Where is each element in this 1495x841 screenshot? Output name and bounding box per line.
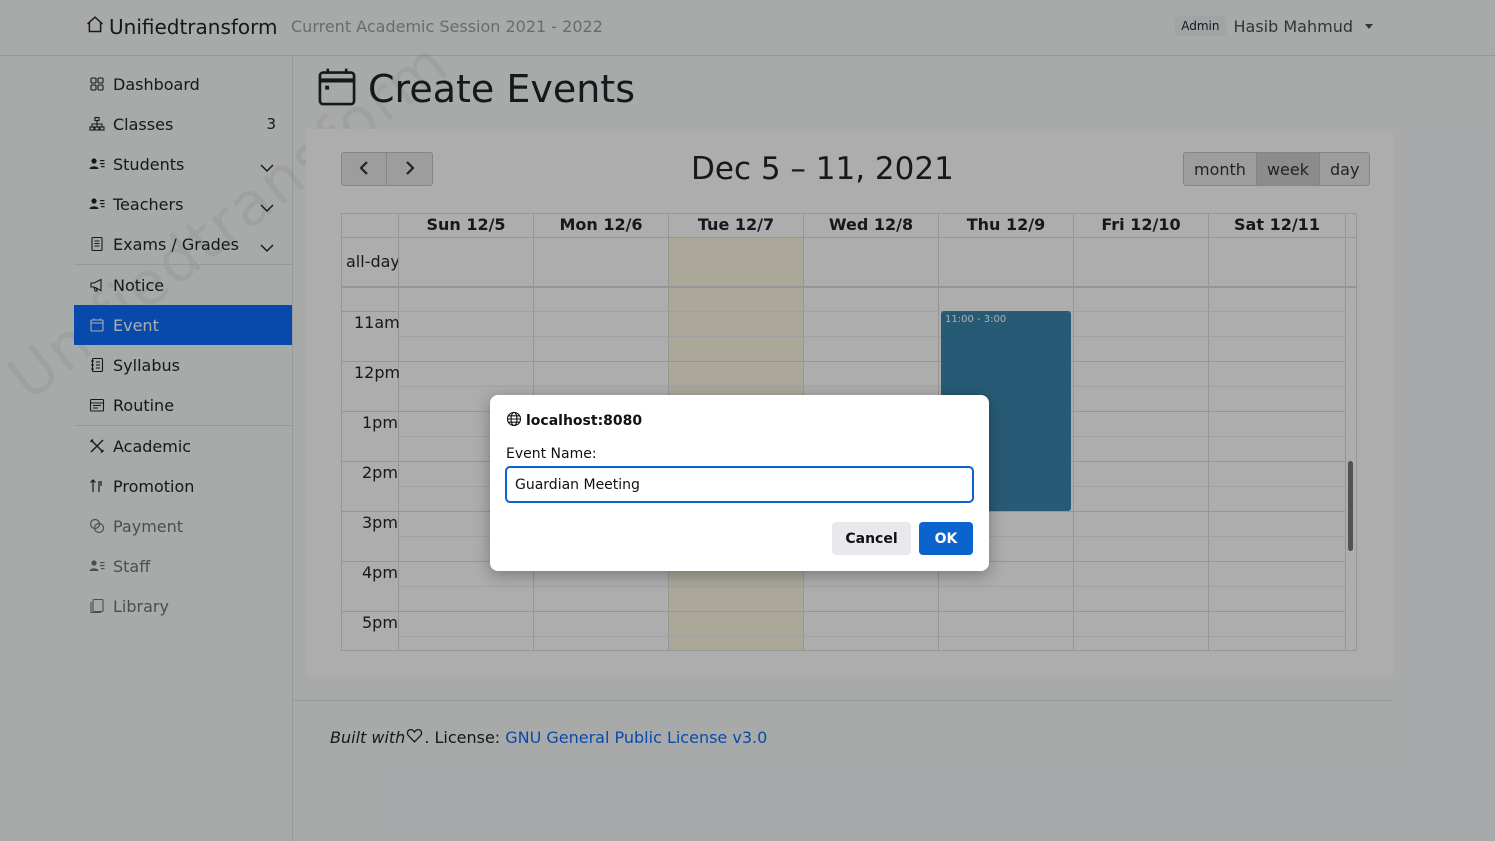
dialog-origin-text: localhost:8080 bbox=[526, 413, 643, 429]
ok-button[interactable]: OK bbox=[919, 522, 973, 555]
event-name-input[interactable] bbox=[505, 466, 974, 503]
event-name-label: Event Name: bbox=[506, 446, 597, 462]
prompt-dialog: localhost:8080 Event Name: Cancel OK bbox=[490, 395, 989, 571]
cancel-button[interactable]: Cancel bbox=[832, 522, 911, 555]
globe-icon bbox=[506, 411, 522, 431]
dialog-origin: localhost:8080 bbox=[506, 411, 642, 431]
